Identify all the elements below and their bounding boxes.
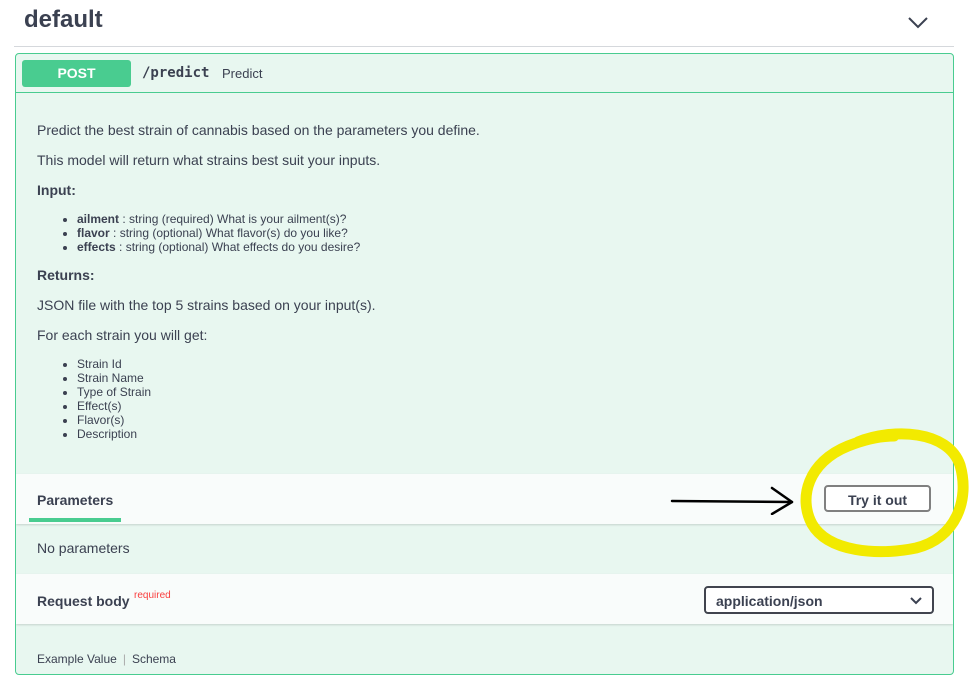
- list-item: flavor : string (optional) What flavor(s…: [77, 226, 360, 240]
- chevron-down-icon[interactable]: [906, 12, 930, 32]
- input-list: ailment : string (required) What is your…: [37, 212, 360, 254]
- operation-summary[interactable]: POST /predict Predict: [16, 54, 953, 93]
- list-item: Flavor(s): [77, 413, 151, 427]
- operation-summary-text: Predict: [222, 66, 263, 81]
- content-type-value: application/json: [716, 593, 823, 609]
- section-header[interactable]: default: [14, 0, 954, 47]
- parameters-title[interactable]: Parameters: [37, 492, 113, 508]
- input-heading: Input:: [37, 182, 76, 198]
- description-line: Predict the best strain of cannabis base…: [37, 122, 480, 138]
- content-type-select[interactable]: application/json: [704, 586, 934, 614]
- input-name: effects: [77, 240, 116, 254]
- list-item: effects : string (optional) What effects…: [77, 240, 360, 254]
- input-desc: : string (optional) What flavor(s) do yo…: [109, 226, 348, 240]
- section-title: default: [24, 6, 103, 33]
- input-desc: : string (optional) What effects do you …: [115, 240, 361, 254]
- parameters-tab-underline: [29, 518, 121, 522]
- no-parameters-text: No parameters: [37, 540, 130, 556]
- example-tabs: Example Value | Schema: [37, 652, 176, 666]
- operation-path: /predict: [142, 65, 210, 81]
- method-badge: POST: [22, 60, 131, 87]
- required-label: required: [134, 590, 171, 601]
- list-item: Description: [77, 427, 151, 441]
- operation-block: POST /predict Predict Predict the best s…: [15, 53, 954, 675]
- request-body-title: Request body: [37, 593, 130, 609]
- fields-list: Strain Id Strain Name Type of Strain Eff…: [37, 357, 151, 441]
- request-body-header: Request body required application/json: [16, 574, 953, 624]
- list-item: Type of Strain: [77, 385, 151, 399]
- list-item: ailment : string (required) What is your…: [77, 212, 360, 226]
- list-item: Strain Id: [77, 357, 151, 371]
- input-desc: : string (required) What is your ailment…: [119, 212, 347, 226]
- returns-text: JSON file with the top 5 strains based o…: [37, 297, 376, 313]
- tab-schema[interactable]: Schema: [132, 652, 176, 666]
- description-line: This model will return what strains best…: [37, 152, 381, 168]
- list-item: Effect(s): [77, 399, 151, 413]
- input-name: ailment: [77, 212, 120, 226]
- tab-example-value[interactable]: Example Value: [37, 652, 117, 666]
- tab-separator: |: [122, 652, 126, 666]
- input-name: flavor: [77, 226, 110, 240]
- chevron-down-icon: [910, 597, 922, 605]
- right-arrow-icon: [670, 486, 794, 515]
- each-strain-text: For each strain you will get:: [37, 327, 208, 343]
- highlight-circle-annotation: [800, 428, 969, 558]
- list-item: Strain Name: [77, 371, 151, 385]
- returns-heading: Returns:: [37, 267, 95, 283]
